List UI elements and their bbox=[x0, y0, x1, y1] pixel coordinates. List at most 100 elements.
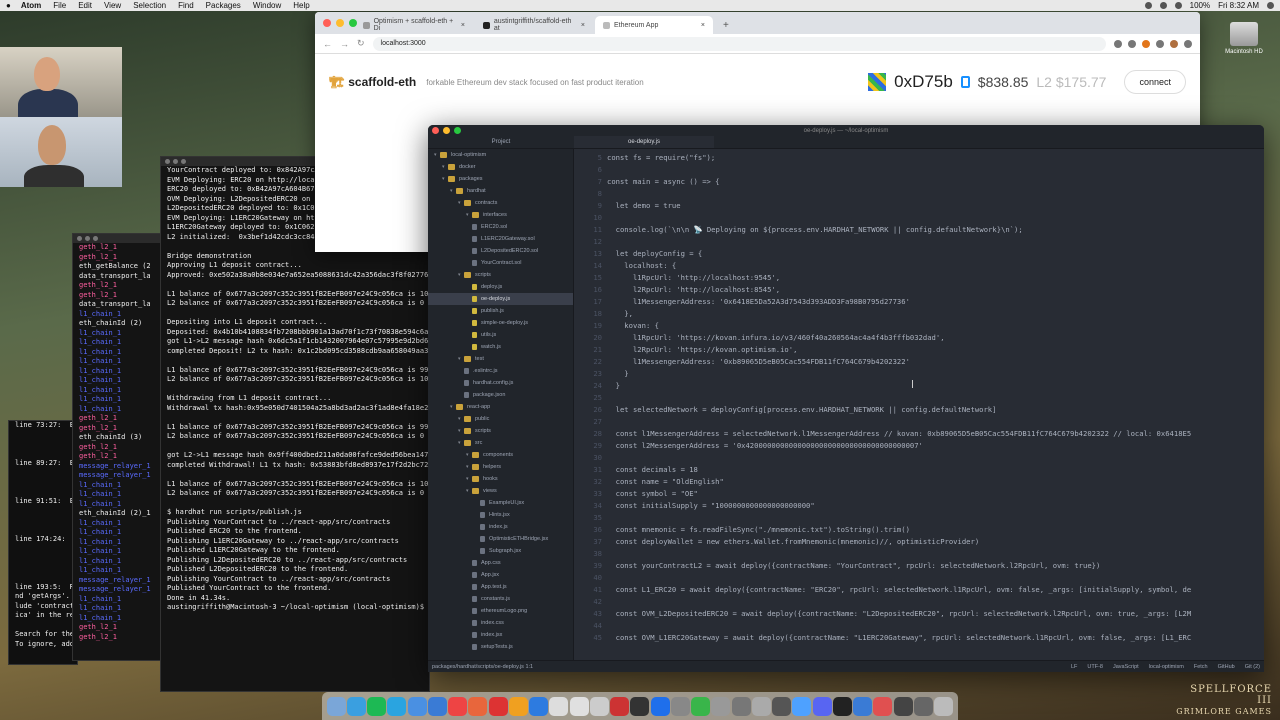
tree-folder[interactable]: ▾ hooks bbox=[428, 473, 573, 485]
dock-app-icon[interactable] bbox=[691, 696, 711, 716]
dock-app-icon[interactable] bbox=[731, 696, 751, 716]
tab-close-icon[interactable]: × bbox=[461, 22, 465, 29]
address-bar[interactable]: localhost:3000 bbox=[372, 36, 1106, 51]
tree-folder[interactable]: ▾ docker bbox=[428, 161, 573, 173]
tree-file[interactable]: publish.js bbox=[428, 305, 573, 317]
tree-file[interactable]: package.json bbox=[428, 389, 573, 401]
dock-app-icon[interactable] bbox=[853, 696, 873, 716]
dock-app-icon[interactable] bbox=[468, 696, 488, 716]
tree-folder[interactable]: ▾ src bbox=[428, 437, 573, 449]
account-address[interactable]: 0xD75b bbox=[894, 72, 953, 92]
account-balance[interactable]: $838.85 bbox=[978, 74, 1029, 90]
tree-file[interactable]: ethereumLogo.png bbox=[428, 605, 573, 617]
menu-file[interactable]: File bbox=[53, 1, 66, 10]
menu-window[interactable]: Window bbox=[253, 1, 281, 10]
status-line-ending[interactable]: LF bbox=[1071, 664, 1077, 670]
zoom-icon[interactable] bbox=[1114, 39, 1122, 48]
menu-app-name[interactable]: Atom bbox=[21, 1, 41, 10]
battery-percent[interactable]: 100% bbox=[1190, 1, 1210, 10]
minimize-window-button[interactable] bbox=[336, 19, 344, 27]
tree-folder[interactable]: ▾ contracts bbox=[428, 197, 573, 209]
tree-file[interactable]: setupTests.js bbox=[428, 641, 573, 653]
tree-file[interactable]: ExampleUI.jsx bbox=[428, 497, 573, 509]
tree-file[interactable]: oe-deploy.js bbox=[428, 293, 573, 305]
tree-file[interactable]: constants.js bbox=[428, 593, 573, 605]
app-title[interactable]: 🏗 scaffold-eth bbox=[329, 75, 416, 89]
tree-file[interactable]: App.css bbox=[428, 557, 573, 569]
dock-app-icon[interactable] bbox=[650, 696, 670, 716]
tree-folder[interactable]: ▾ react-app bbox=[428, 401, 573, 413]
metamask-fox-icon[interactable] bbox=[1142, 39, 1150, 48]
close-window-button[interactable] bbox=[323, 19, 331, 27]
tree-file[interactable]: .eslintrc.js bbox=[428, 365, 573, 377]
dock-app-icon[interactable] bbox=[934, 696, 954, 716]
menu-find[interactable]: Find bbox=[178, 1, 194, 10]
status-record-icon[interactable] bbox=[1144, 2, 1152, 9]
tree-folder[interactable]: ▾ hardhat bbox=[428, 185, 573, 197]
tree-folder[interactable]: ▾ scripts bbox=[428, 269, 573, 281]
tree-folder[interactable]: ▾ packages bbox=[428, 173, 573, 185]
connect-button[interactable]: connect bbox=[1124, 70, 1186, 94]
browser-tab-active[interactable]: Ethereum App × bbox=[595, 16, 713, 34]
bookmark-star-icon[interactable] bbox=[1128, 39, 1136, 48]
tab-oe-deploy[interactable]: oe-deploy.js bbox=[574, 136, 714, 148]
dock-app-icon[interactable] bbox=[893, 696, 913, 716]
reload-icon[interactable]: ↻ bbox=[357, 38, 365, 49]
dock-app-icon[interactable] bbox=[610, 696, 630, 716]
tree-file[interactable]: index.jsx bbox=[428, 629, 573, 641]
tree-file[interactable]: Hints.jsx bbox=[428, 509, 573, 521]
dock-app-icon[interactable] bbox=[812, 696, 832, 716]
status-github[interactable]: GitHub bbox=[1218, 664, 1235, 670]
tree-file[interactable]: App.test.js bbox=[428, 581, 573, 593]
tree-folder[interactable]: ▾ views bbox=[428, 485, 573, 497]
tree-file[interactable]: simple-oe-deploy.js bbox=[428, 317, 573, 329]
dock-app-icon[interactable] bbox=[346, 696, 366, 716]
tree-file[interactable]: OptimisticETHBridge.jsx bbox=[428, 533, 573, 545]
tree-file[interactable]: hardhat.config.js bbox=[428, 377, 573, 389]
dock-app-icon[interactable] bbox=[326, 696, 346, 716]
tree-folder[interactable]: ▾ components bbox=[428, 449, 573, 461]
dock-app-icon[interactable] bbox=[630, 696, 650, 716]
menu-help[interactable]: Help bbox=[293, 1, 309, 10]
dock-app-icon[interactable] bbox=[913, 696, 933, 716]
dock-app-icon[interactable] bbox=[569, 696, 589, 716]
dock-app-icon[interactable] bbox=[711, 696, 731, 716]
dock-app-icon[interactable] bbox=[751, 696, 771, 716]
dock-app-icon[interactable] bbox=[589, 696, 609, 716]
tree-file[interactable]: YourContract.sol bbox=[428, 257, 573, 269]
menu-selection[interactable]: Selection bbox=[133, 1, 166, 10]
tree-file[interactable]: index.js bbox=[428, 521, 573, 533]
apple-menu-icon[interactable]: ● bbox=[6, 1, 11, 10]
tree-folder[interactable]: ▾ public bbox=[428, 413, 573, 425]
tree-folder[interactable]: ▾ scripts bbox=[428, 425, 573, 437]
status-fetch[interactable]: Fetch bbox=[1194, 664, 1208, 670]
tree-file[interactable]: App.jsx bbox=[428, 569, 573, 581]
tab-close-icon[interactable]: × bbox=[701, 22, 705, 29]
dock-app-icon[interactable] bbox=[508, 696, 528, 716]
profile-avatar[interactable] bbox=[1170, 39, 1178, 48]
new-tab-button[interactable]: + bbox=[715, 20, 737, 34]
tree-folder[interactable]: ▾ test bbox=[428, 353, 573, 365]
tree-file[interactable]: watch.js bbox=[428, 341, 573, 353]
tree-file[interactable]: L1ERC20Gateway.sol bbox=[428, 233, 573, 245]
tree-folder[interactable]: ▾ local-optimism bbox=[428, 149, 573, 161]
maximize-window-button[interactable] bbox=[349, 19, 357, 27]
status-git[interactable]: Git (2) bbox=[1245, 664, 1260, 670]
macintosh-hd-desktop-icon[interactable]: Macintosh HD bbox=[1222, 22, 1266, 55]
dock-app-icon[interactable] bbox=[529, 696, 549, 716]
status-branch[interactable]: local-optimism bbox=[1149, 664, 1184, 670]
terminal-lint-output[interactable]: line 73:27: Ex line 89:27: Ex line 91:51… bbox=[8, 420, 78, 665]
dock-app-icon[interactable] bbox=[387, 696, 407, 716]
browser-tab[interactable]: Optimism + scaffold-eth + Di × bbox=[355, 16, 473, 34]
chrome-menu-icon[interactable] bbox=[1184, 39, 1192, 48]
forward-arrow-icon[interactable]: → bbox=[340, 39, 349, 49]
tab-close-icon[interactable]: × bbox=[581, 22, 585, 29]
menu-packages[interactable]: Packages bbox=[206, 1, 241, 10]
status-app-icon[interactable] bbox=[1159, 2, 1167, 9]
tree-file[interactable]: utils.js bbox=[428, 329, 573, 341]
copy-address-icon[interactable] bbox=[960, 76, 970, 88]
tree-folder[interactable]: ▾ helpers bbox=[428, 461, 573, 473]
extensions-puzzle-icon[interactable] bbox=[1156, 39, 1164, 48]
menubar-clock[interactable]: Fri 8:32 AM bbox=[1218, 1, 1259, 10]
spotlight-search-icon[interactable] bbox=[1267, 2, 1274, 9]
